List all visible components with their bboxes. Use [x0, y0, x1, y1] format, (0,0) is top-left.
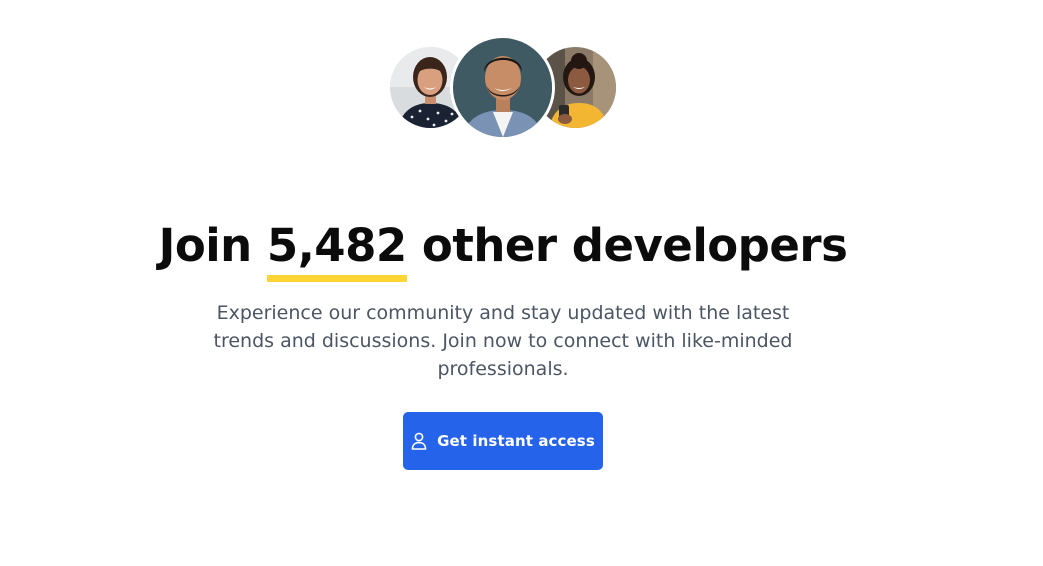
headline-prefix: Join — [158, 219, 267, 273]
community-join-section: Join 5,482 other developers Experience o… — [0, 0, 1043, 566]
headline-suffix: other developers — [406, 219, 848, 273]
user-icon — [411, 432, 427, 450]
community-description: Experience our community and stay update… — [213, 302, 793, 380]
developer-count: 5,482 — [266, 216, 407, 283]
page-title: Join 5,482 other developers — [0, 216, 1006, 283]
man-smiling-avatar — [453, 38, 552, 137]
avatar-group — [0, 0, 1043, 150]
cta-label: Get instant access — [437, 432, 595, 450]
get-instant-access-button[interactable]: Get instant access — [403, 412, 603, 470]
